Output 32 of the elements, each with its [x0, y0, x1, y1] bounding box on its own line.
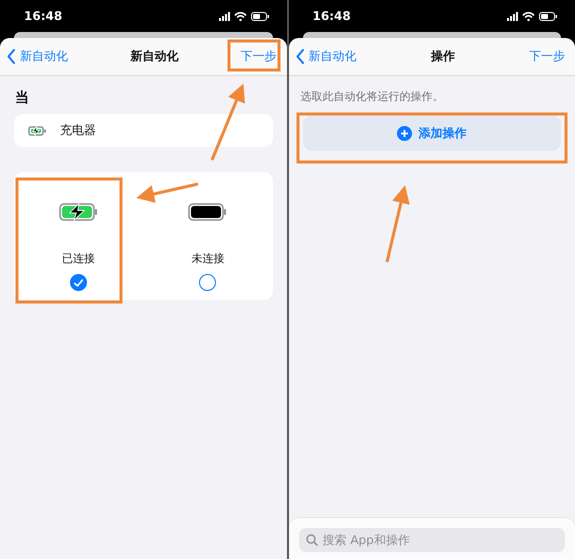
trigger-card[interactable]: 充电器 — [14, 114, 272, 147]
option-label: 已连接 — [62, 251, 96, 266]
option-label: 未连接 — [191, 251, 224, 266]
annotation-arrow — [136, 182, 198, 203]
checked-radio[interactable] — [70, 274, 88, 291]
radio-button[interactable] — [199, 274, 216, 291]
battery-icon — [539, 12, 557, 20]
add-action-button[interactable]: 添加操作 — [302, 115, 561, 151]
signal-icon — [218, 12, 230, 20]
back-button[interactable]: 新自动化 — [296, 48, 356, 65]
battery-icon — [250, 12, 268, 20]
wifi-icon — [522, 12, 535, 20]
hint-text: 选取此自动化将运行的操作。 — [300, 89, 444, 104]
chevron-left-icon — [7, 49, 16, 64]
battery-icon — [188, 203, 228, 221]
back-button[interactable]: 新自动化 — [7, 48, 68, 65]
signal-icon — [507, 12, 518, 20]
wifi-icon — [234, 12, 246, 20]
next-button[interactable]: 下一步 — [529, 48, 565, 65]
next-button[interactable]: 下一步 — [240, 48, 276, 65]
status-time: 16:48 — [24, 9, 62, 23]
nav-title: 操作 — [430, 48, 455, 65]
charging-battery-icon — [58, 203, 99, 221]
search-field[interactable]: 搜索 App和操作 — [298, 528, 565, 552]
nav-title: 新自动化 — [130, 48, 178, 65]
section-header: 当 — [15, 89, 30, 107]
chevron-left-icon — [296, 49, 304, 64]
trigger-label: 充电器 — [60, 122, 96, 139]
status-time: 16:48 — [312, 9, 351, 23]
charging-battery-icon — [28, 126, 48, 136]
highlight-frame — [228, 40, 280, 72]
plus-icon — [397, 126, 412, 140]
